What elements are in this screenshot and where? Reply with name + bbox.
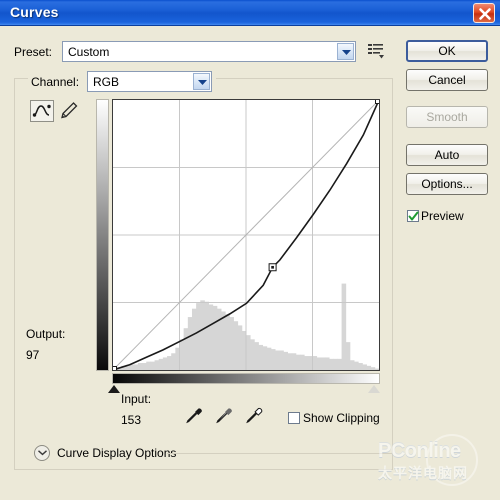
channel-selected-value: RGB — [93, 75, 120, 89]
auto-button[interactable]: Auto — [406, 144, 488, 166]
groupbox-top-right-rule — [216, 78, 393, 79]
output-label: Output: — [26, 327, 66, 341]
eyedropper-glyph — [216, 408, 232, 424]
preset-menu-glyph — [368, 44, 384, 59]
close-x-glyph — [479, 8, 491, 20]
show-clipping-label: Show Clipping — [303, 411, 380, 425]
preset-select[interactable]: Custom — [62, 41, 356, 62]
preset-selected-value: Custom — [68, 45, 110, 59]
input-value[interactable]: 153 — [121, 413, 141, 427]
curve-tool-icon[interactable] — [30, 100, 54, 122]
white-point-eyedropper-icon[interactable] — [243, 404, 265, 426]
eyedropper-glyph — [186, 408, 202, 424]
curve-tool-glyph — [32, 104, 51, 117]
output-gradient-strip — [96, 99, 109, 371]
chevron-down-icon[interactable] — [34, 445, 50, 461]
curve-plot-svg — [113, 100, 379, 370]
curve-plot-area[interactable] — [112, 99, 380, 371]
smooth-button: Smooth — [406, 106, 488, 128]
output-value[interactable]: 97 — [26, 348, 39, 362]
cancel-button[interactable]: Cancel — [406, 69, 488, 91]
chevron-down-icon[interactable] — [193, 73, 210, 90]
preset-label: Preset: — [14, 45, 53, 59]
curve-display-options-rule — [167, 453, 393, 454]
eyedropper-glyph — [246, 407, 263, 424]
pencil-tool-glyph — [61, 102, 78, 119]
chevron-down-glyph — [342, 50, 351, 55]
window-title: Curves — [10, 4, 59, 20]
show-clipping-checkbox[interactable]: Show Clipping — [288, 411, 380, 425]
checkbox-box[interactable] — [407, 210, 419, 222]
curves-dialog: Curves Preset: Custom OK Cancel Smooth A… — [0, 0, 500, 500]
checkbox-box[interactable] — [288, 412, 300, 424]
watermark-circle — [426, 434, 478, 486]
pencil-tool-icon[interactable] — [58, 100, 82, 122]
curve-display-options-label: Curve Display Options — [57, 446, 177, 460]
channel-label: Channel: — [28, 75, 83, 89]
preset-menu-icon[interactable] — [368, 43, 385, 59]
watermark: PConline 太平洋电脑网 — [378, 432, 496, 488]
curve-graph — [96, 99, 382, 393]
black-point-eyedropper-icon[interactable] — [183, 404, 205, 426]
input-label: Input: — [121, 392, 152, 406]
channel-select[interactable]: RGB — [87, 71, 212, 92]
gray-point-eyedropper-icon[interactable] — [213, 404, 235, 426]
ok-button[interactable]: OK — [406, 40, 488, 62]
preview-checkbox[interactable]: Preview — [407, 209, 464, 223]
close-icon[interactable] — [473, 3, 495, 23]
options-button[interactable]: Options... — [406, 173, 488, 195]
chevron-down-glyph — [198, 80, 207, 85]
black-slider-handle[interactable] — [108, 385, 120, 393]
chevron-down-glyph — [38, 450, 47, 456]
preview-label: Preview — [421, 209, 464, 223]
title-bar[interactable]: Curves — [0, 0, 500, 26]
input-gradient-strip — [112, 373, 380, 384]
check-icon — [408, 211, 419, 221]
white-slider-handle[interactable] — [368, 385, 380, 393]
chevron-down-icon[interactable] — [337, 43, 354, 60]
